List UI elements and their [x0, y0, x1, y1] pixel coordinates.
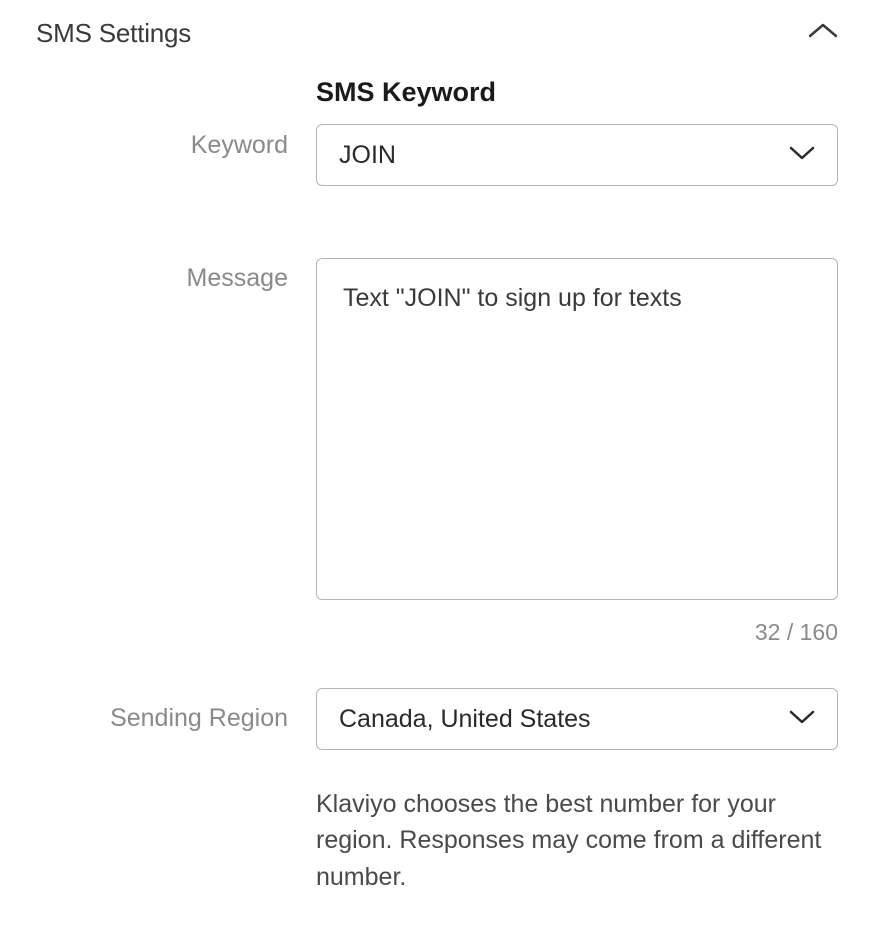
- chevron-up-icon: [808, 22, 838, 45]
- message-input-col: 32 / 160: [316, 258, 838, 646]
- section-title: SMS Settings: [36, 18, 191, 49]
- region-select-value: Canada, United States: [339, 705, 789, 734]
- form-body: Keyword SMS Keyword JOIN Message 32 / 16…: [0, 67, 874, 895]
- keyword-input-col: SMS Keyword JOIN: [316, 77, 838, 186]
- keyword-select-value: JOIN: [339, 141, 789, 170]
- region-helper-text: Klaviyo chooses the best number for your…: [316, 786, 838, 895]
- section-header[interactable]: SMS Settings: [0, 0, 874, 67]
- message-textarea[interactable]: [316, 258, 838, 600]
- region-select[interactable]: Canada, United States: [316, 688, 838, 750]
- region-label: Sending Region: [36, 688, 316, 733]
- message-label: Message: [36, 258, 316, 293]
- field-row-message: Message 32 / 160: [36, 258, 838, 646]
- field-row-keyword: Keyword SMS Keyword JOIN: [36, 77, 838, 186]
- message-char-count: 32 / 160: [316, 619, 838, 646]
- keyword-select[interactable]: JOIN: [316, 124, 838, 186]
- chevron-down-icon: [789, 709, 815, 730]
- chevron-down-icon: [789, 145, 815, 166]
- keyword-title: SMS Keyword: [316, 77, 838, 108]
- keyword-label: Keyword: [36, 77, 316, 160]
- field-row-region: Sending Region Canada, United States Kla…: [36, 688, 838, 895]
- region-input-col: Canada, United States Klaviyo chooses th…: [316, 688, 838, 895]
